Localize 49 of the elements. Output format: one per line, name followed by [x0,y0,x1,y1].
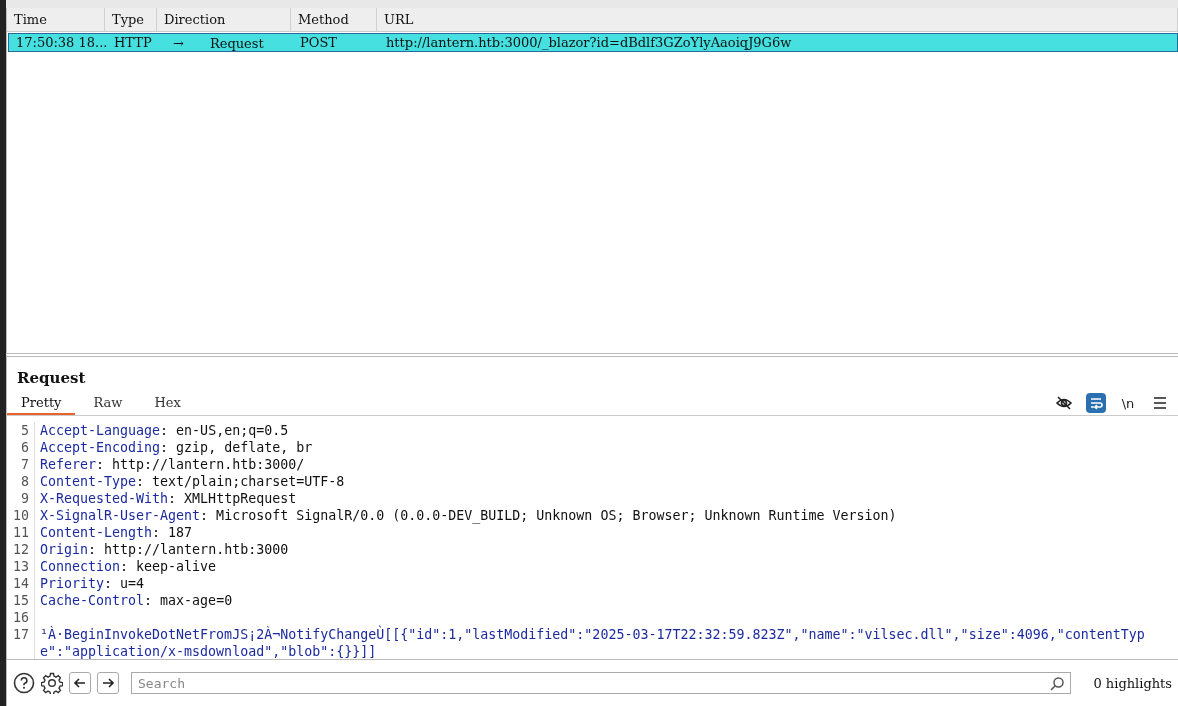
search-icon[interactable] [1049,676,1066,692]
line-number: 14 [7,575,35,592]
settings-icon[interactable] [41,672,63,694]
column-header[interactable]: Method [291,8,377,31]
line-number: 7 [7,456,35,473]
line-number: 12 [7,541,35,558]
table-cell-text: 17:50:38 18... [15,34,107,52]
line-number: 16 [7,609,35,626]
code-line: X-SignalR-User-Agent: Microsoft SignalR/0.0 (0.0.0-DEV_BUILD; Unknown OS; Browser; Unknown Runtime Version) [40,507,898,524]
code-line: ¹À·BeginInvokeDotNetFromJS¡2À¬NotifyChangeÙ[[{"id":1,"lastModified":"2025-03-17T22:32:59.823Z","name":"vilsec.dll","size":4096,"contentType":"application/x-msdownload","blob":{}}]] [40,626,1146,659]
tab[interactable]: Raw [79,391,137,415]
line-number: 9 [7,490,35,507]
column-header[interactable]: URL [377,8,1178,31]
line-number: 6 [7,439,35,456]
line-number: 10 [7,507,35,524]
code-line: Referer: http://lantern.htb:3000/ [40,456,306,473]
line-number: 11 [7,524,35,541]
column-header[interactable]: Time [7,8,105,31]
line-number: 8 [7,473,35,490]
tab[interactable]: Hex [140,391,195,415]
table-row[interactable]: 17:50:38 18... HTTP → Request POST http://lantern.htb:3000/_blazor?id=dBdlf3GZoYlyAaoiqJ9G6w [8,33,1178,52]
text-wrap-toggle[interactable] [1086,393,1106,413]
table-cell-text: http://lantern.htb:3000/_blazor?id=dBdlf3GZoYlyAaoiqJ9G6w [385,34,793,52]
code-line: Priority: u=4 [40,575,146,592]
column-header[interactable]: Type [105,8,157,31]
line-number: 15 [7,592,35,609]
code-line: Content-Type: text/plain;charset=UTF-8 [40,473,346,490]
search-field[interactable]: Search [131,672,1072,694]
table-cell-text: Request [208,35,265,52]
help-icon[interactable] [13,672,35,694]
code-line: Accept-Language: en-US,en;q=0.5 [40,422,290,439]
code-line: Accept-Encoding: gzip, deflate, br [40,439,314,456]
column-header[interactable]: Direction [157,8,291,31]
newline-toggle[interactable]: \n [1118,393,1138,413]
arrow-glyph: → [172,35,185,52]
line-number: 5 [7,422,35,439]
code-line: Content-Length: 187 [40,524,194,541]
panel-title: Request [17,369,87,387]
table-cell-text: HTTP [113,34,153,52]
forward-button[interactable] [97,672,119,694]
highlights-count: 0 highlights [1093,675,1172,691]
table-cell-text: POST [299,34,338,52]
back-button[interactable] [69,672,91,694]
code-line: Origin: http://lantern.htb:3000 [40,541,290,558]
code-line: X-Requested-With: XMLHttpRequest [40,490,298,507]
line-number: 13 [7,558,35,575]
tab[interactable]: Pretty [7,391,76,415]
code-line: Cache-Control: max-age=0 [40,592,234,609]
code-line: Connection: keep-alive [40,558,218,575]
